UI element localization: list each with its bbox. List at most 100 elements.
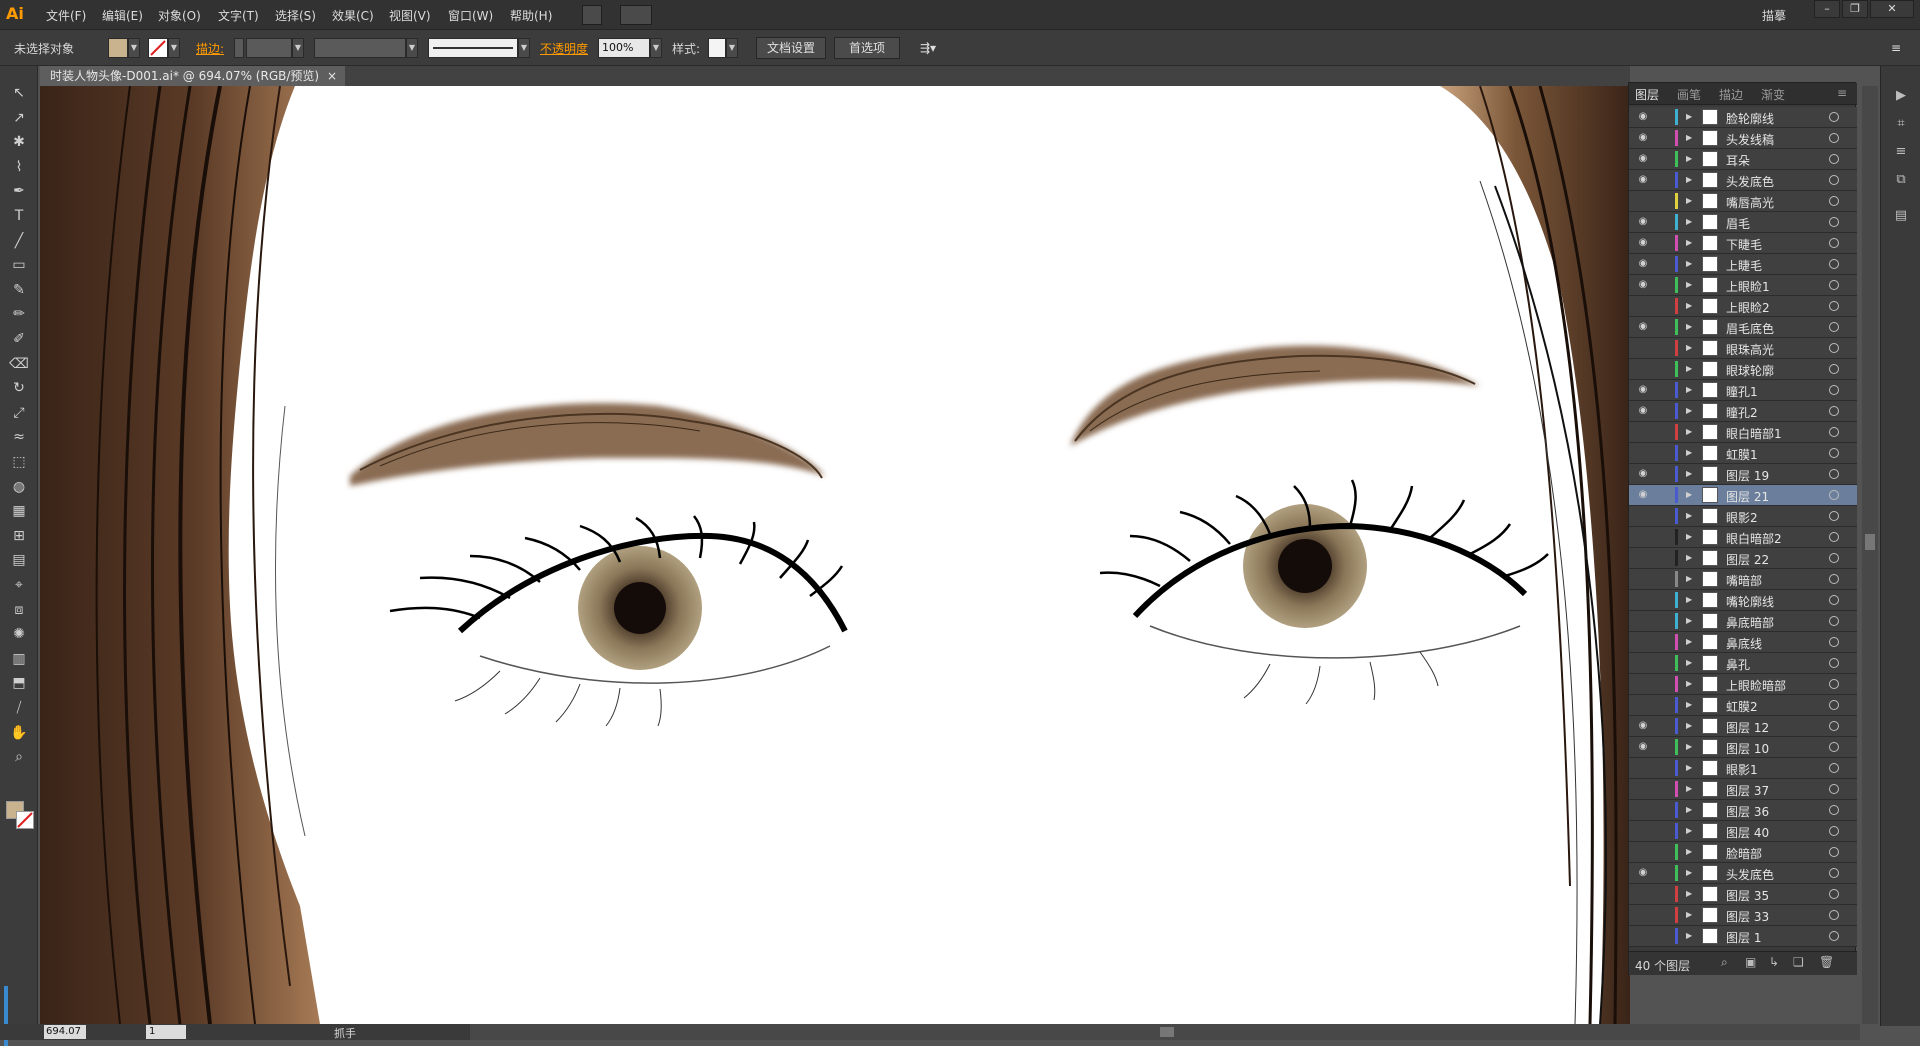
layer-target-icon[interactable] bbox=[1829, 721, 1839, 731]
artboard-number-field[interactable]: 1 bbox=[146, 1025, 186, 1039]
expand-triangle-icon[interactable]: ▶ bbox=[1686, 173, 1696, 187]
layer-name[interactable]: 鼻底暗部 bbox=[1726, 614, 1774, 631]
opacity-label[interactable]: 不透明度 bbox=[540, 40, 588, 57]
expand-triangle-icon[interactable]: ▶ bbox=[1686, 299, 1696, 313]
layer-target-icon[interactable] bbox=[1829, 490, 1839, 500]
layer-row[interactable]: ▶ 嘴暗部 bbox=[1629, 569, 1857, 590]
layer-name[interactable]: 瞳孔2 bbox=[1726, 404, 1758, 421]
selection-tool-icon[interactable]: ↖ bbox=[6, 82, 32, 104]
brush-dropdown[interactable]: ▼ bbox=[518, 38, 530, 58]
lock-toggle[interactable] bbox=[1657, 488, 1667, 502]
eye-icon[interactable]: ◉ bbox=[1636, 321, 1650, 333]
eye-icon[interactable]: ◉ bbox=[1636, 741, 1650, 753]
layer-target-icon[interactable] bbox=[1829, 742, 1839, 752]
expand-triangle-icon[interactable]: ▶ bbox=[1686, 677, 1696, 691]
layer-name[interactable]: 头发底色 bbox=[1726, 866, 1774, 883]
expand-triangle-icon[interactable]: ▶ bbox=[1686, 110, 1696, 124]
expand-triangle-icon[interactable]: ▶ bbox=[1686, 824, 1696, 838]
lock-toggle[interactable] bbox=[1657, 320, 1667, 334]
expand-triangle-icon[interactable]: ▶ bbox=[1686, 152, 1696, 166]
stroke-weight-dropdown[interactable]: ▼ bbox=[292, 38, 304, 58]
lock-toggle[interactable] bbox=[1657, 362, 1667, 376]
panel-menu-icon[interactable]: ≡ bbox=[1886, 37, 1906, 59]
hidden-eye-slot[interactable] bbox=[1636, 426, 1650, 438]
direct-selection-tool-icon[interactable]: ↗ bbox=[6, 107, 32, 129]
layer-row[interactable]: ▶ 嘴唇高光 bbox=[1629, 191, 1857, 212]
menu-type[interactable]: 文字(T) bbox=[218, 7, 259, 24]
eye-icon[interactable]: ◉ bbox=[1636, 258, 1650, 270]
menu-object[interactable]: 对象(O) bbox=[158, 7, 201, 24]
hidden-eye-slot[interactable] bbox=[1636, 909, 1650, 921]
hidden-eye-slot[interactable] bbox=[1636, 363, 1650, 375]
rectangle-tool-icon[interactable]: ▭ bbox=[6, 254, 32, 276]
layer-name[interactable]: 虹膜2 bbox=[1726, 698, 1758, 715]
layer-name[interactable]: 图层 33 bbox=[1726, 908, 1769, 925]
play-action-icon[interactable]: ▶ bbox=[1891, 86, 1911, 106]
layer-row[interactable]: ▶ 图层 37 bbox=[1629, 779, 1857, 800]
fill-dropdown[interactable]: ▼ bbox=[128, 38, 140, 58]
layer-name[interactable]: 嘴暗部 bbox=[1726, 572, 1762, 589]
layer-row[interactable]: ◉ ▶ 脸轮廓线 bbox=[1629, 107, 1857, 128]
lock-toggle[interactable] bbox=[1657, 446, 1667, 460]
expand-triangle-icon[interactable]: ▶ bbox=[1686, 362, 1696, 376]
style-dropdown[interactable]: ▼ bbox=[726, 38, 738, 58]
lock-toggle[interactable] bbox=[1657, 614, 1667, 628]
eye-icon[interactable]: ◉ bbox=[1636, 132, 1650, 144]
layer-row[interactable]: ◉ ▶ 眉毛 bbox=[1629, 212, 1857, 233]
lock-toggle[interactable] bbox=[1657, 761, 1667, 775]
scale-tool-icon[interactable]: ⤢ bbox=[6, 402, 32, 424]
layer-row[interactable]: ▶ 眼影2 bbox=[1629, 506, 1857, 527]
expand-triangle-icon[interactable]: ▶ bbox=[1686, 887, 1696, 901]
close-button[interactable]: ✕ bbox=[1870, 0, 1914, 18]
lock-toggle[interactable] bbox=[1657, 908, 1667, 922]
layer-target-icon[interactable] bbox=[1829, 784, 1839, 794]
close-tab-icon[interactable]: × bbox=[327, 66, 337, 86]
layer-row[interactable]: ▶ 鼻底线 bbox=[1629, 632, 1857, 653]
layer-name[interactable]: 嘴唇高光 bbox=[1726, 194, 1774, 211]
menu-window[interactable]: 窗口(W) bbox=[448, 7, 493, 24]
pen-tool-icon[interactable]: ✒ bbox=[6, 180, 32, 202]
layer-target-icon[interactable] bbox=[1829, 616, 1839, 626]
layer-target-icon[interactable] bbox=[1829, 301, 1839, 311]
layer-row[interactable]: ▶ 图层 35 bbox=[1629, 884, 1857, 905]
perspective-grid-tool-icon[interactable]: ▦ bbox=[6, 500, 32, 522]
expand-triangle-icon[interactable]: ▶ bbox=[1686, 866, 1696, 880]
vertical-scroll-thumb[interactable] bbox=[1865, 534, 1875, 550]
arrange-icon[interactable]: ⇶▾ bbox=[910, 37, 946, 59]
menu-help[interactable]: 帮助(H) bbox=[510, 7, 552, 24]
eye-icon[interactable]: ◉ bbox=[1636, 405, 1650, 417]
layer-name[interactable]: 上眼睑2 bbox=[1726, 299, 1770, 316]
hand-tool-icon[interactable]: ✋ bbox=[6, 722, 32, 744]
delete-layer-icon[interactable]: 🗑 bbox=[1819, 955, 1834, 969]
expand-triangle-icon[interactable]: ▶ bbox=[1686, 614, 1696, 628]
layer-row[interactable]: ▶ 眼球轮廓 bbox=[1629, 359, 1857, 380]
zoom-field[interactable]: 694.07 bbox=[44, 1025, 86, 1039]
layer-name[interactable]: 上眼睑暗部 bbox=[1726, 677, 1786, 694]
expand-triangle-icon[interactable]: ▶ bbox=[1686, 698, 1696, 712]
locate-object-icon[interactable]: ⌕ bbox=[1721, 955, 1728, 970]
layer-name[interactable]: 图层 40 bbox=[1726, 824, 1769, 841]
lock-toggle[interactable] bbox=[1657, 383, 1667, 397]
lock-toggle[interactable] bbox=[1657, 530, 1667, 544]
layer-name[interactable]: 图层 1 bbox=[1726, 929, 1761, 946]
layer-target-icon[interactable] bbox=[1829, 847, 1839, 857]
layer-name[interactable]: 嘴轮廓线 bbox=[1726, 593, 1774, 610]
hidden-eye-slot[interactable] bbox=[1636, 552, 1650, 564]
tab-brushes[interactable]: 画笔 bbox=[1677, 86, 1701, 103]
paintbrush-tool-icon[interactable]: ✎ bbox=[6, 279, 32, 301]
lock-toggle[interactable] bbox=[1657, 467, 1667, 481]
lock-toggle[interactable] bbox=[1657, 110, 1667, 124]
hidden-eye-slot[interactable] bbox=[1636, 594, 1650, 606]
layer-target-icon[interactable] bbox=[1829, 427, 1839, 437]
hidden-eye-slot[interactable] bbox=[1636, 678, 1650, 690]
transform-icon[interactable]: ⌗ bbox=[1891, 114, 1911, 134]
layer-name[interactable]: 图层 35 bbox=[1726, 887, 1769, 904]
menu-view[interactable]: 视图(V) bbox=[389, 7, 431, 24]
lock-toggle[interactable] bbox=[1657, 929, 1667, 943]
tab-stroke[interactable]: 描边 bbox=[1719, 86, 1743, 103]
expand-triangle-icon[interactable]: ▶ bbox=[1686, 194, 1696, 208]
layer-row[interactable]: ◉ ▶ 下睫毛 bbox=[1629, 233, 1857, 254]
lock-toggle[interactable] bbox=[1657, 404, 1667, 418]
hidden-eye-slot[interactable] bbox=[1636, 699, 1650, 711]
layer-target-icon[interactable] bbox=[1829, 658, 1839, 668]
